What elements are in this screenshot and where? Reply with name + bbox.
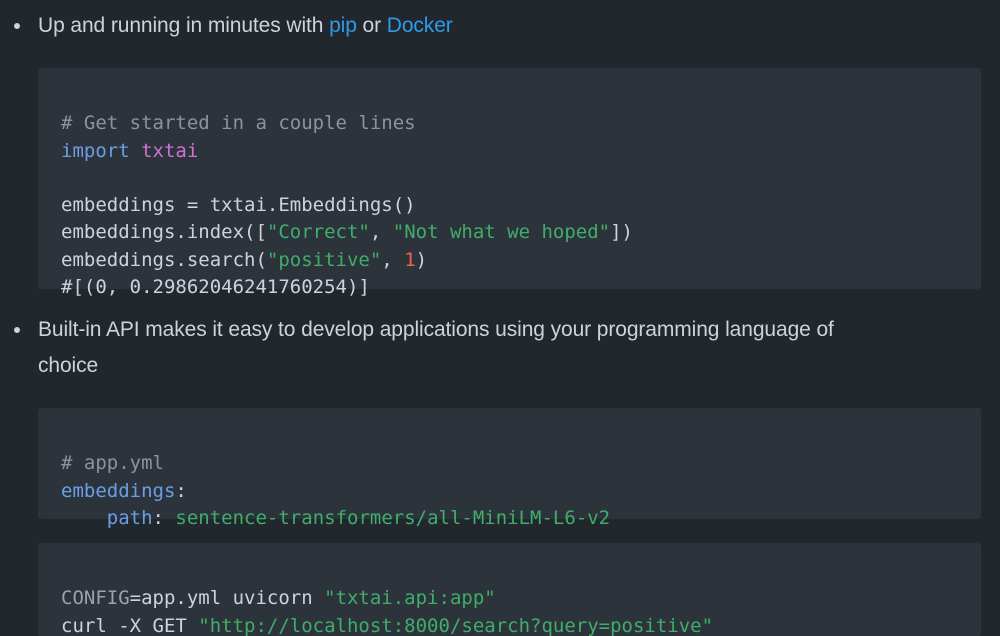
shell-url-string: "http://localhost:8000/search?query=posi… [198, 614, 714, 636]
yaml-key-embeddings: embeddings [61, 479, 176, 502]
shell-env-var: CONFIG [61, 587, 130, 610]
code-close: ]) [610, 221, 633, 244]
code-string-positive: "positive" [266, 248, 382, 271]
pip-link[interactable]: pip [329, 14, 357, 37]
bullet-dot-icon [14, 327, 20, 333]
import-keyword: import [61, 139, 130, 162]
yaml-comment: # app.yml [61, 452, 164, 475]
docker-link[interactable]: Docker [387, 14, 453, 37]
bullet-dot-icon [14, 23, 20, 29]
code-string-correct: "Correct" [266, 221, 370, 244]
bullet-text-install: Up and running in minutes with pip or Do… [38, 8, 938, 44]
code-search-call: embeddings.search( [61, 248, 267, 271]
yaml-colon: : [175, 479, 187, 502]
code-block-yaml: # app.yml embeddings: path: sentence-tran… [38, 408, 981, 529]
shell-curl: curl -X GET [61, 614, 199, 636]
code-result-comment: #[(0, 0.29862046241760254)] [61, 276, 370, 299]
code-string-not-what: "Not what we hoped" [392, 221, 611, 244]
code-sep-2: , [381, 248, 405, 271]
code-index-call: embeddings.index([ [61, 221, 267, 244]
code-sep: , [369, 221, 393, 244]
code-block-shell: CONFIG=app.yml uvicorn "txtai.api:app" cu… [38, 543, 981, 636]
bullet-api-line2: choice [38, 354, 99, 377]
code-block-python: # Get started in a couple lines import tx… [38, 68, 981, 298]
shell-app-string: "txtai.api:app" [324, 587, 496, 610]
code-number: 1 [404, 248, 416, 271]
bullet-api-line1: Built-in API makes it easy to develop ap… [38, 318, 834, 341]
bullet-middle: or [356, 14, 387, 37]
code-close-2: ) [415, 248, 428, 271]
yaml-value-path: sentence-transformers/all-MiniLM-L6-v2 [175, 506, 611, 529]
module-name: txtai [141, 139, 199, 162]
yaml-colon-2: : [152, 506, 176, 529]
bullet-text-api: Built-in API makes it easy to develop ap… [38, 312, 938, 384]
yaml-indent [61, 507, 107, 529]
code-comment: # Get started in a couple lines [61, 112, 416, 135]
yaml-key-path: path [106, 506, 153, 529]
bullet-item-api: Built-in API makes it easy to develop ap… [0, 312, 1000, 384]
shell-uvicorn: =app.yml uvicorn [129, 587, 325, 610]
code-line-embeddings: embeddings = txtai.Embeddings() [61, 194, 416, 217]
bullet-item-install: Up and running in minutes with pip or Do… [0, 8, 1000, 44]
bullet-prefix: Up and running in minutes with [38, 14, 330, 37]
